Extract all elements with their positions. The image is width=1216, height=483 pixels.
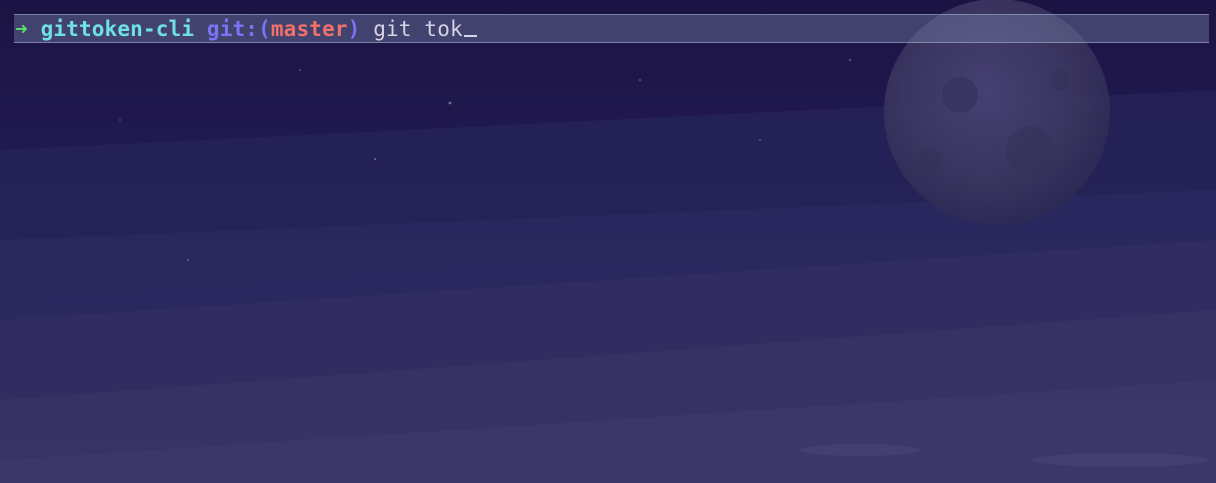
star (759, 139, 761, 141)
moon-crater (918, 148, 942, 172)
star (119, 119, 121, 121)
star (186, 258, 190, 262)
cloud (1030, 453, 1210, 467)
git-prefix: git:( (206, 16, 271, 41)
wallpaper-background (0, 0, 1216, 483)
star (373, 157, 377, 161)
cloud (800, 444, 920, 456)
git-suffix: ) (347, 16, 361, 41)
command-input[interactable]: git tok (373, 17, 463, 41)
star (299, 69, 301, 71)
prompt-arrow-icon: ➜ (15, 16, 28, 41)
star (639, 79, 641, 81)
star (848, 58, 852, 62)
git-branch: master (270, 16, 348, 41)
current-directory: gittoken-cli (40, 16, 195, 41)
moon-crater (1006, 126, 1054, 174)
prompt-line[interactable]: ➜ gittoken-cli git:(master) git tok (14, 14, 1209, 43)
moon-crater (942, 77, 978, 113)
star (448, 101, 452, 105)
terminal-window[interactable]: ➜ gittoken-cli git:(master) git tok (0, 0, 1216, 483)
moon-crater (1050, 70, 1070, 90)
cursor (463, 35, 477, 37)
